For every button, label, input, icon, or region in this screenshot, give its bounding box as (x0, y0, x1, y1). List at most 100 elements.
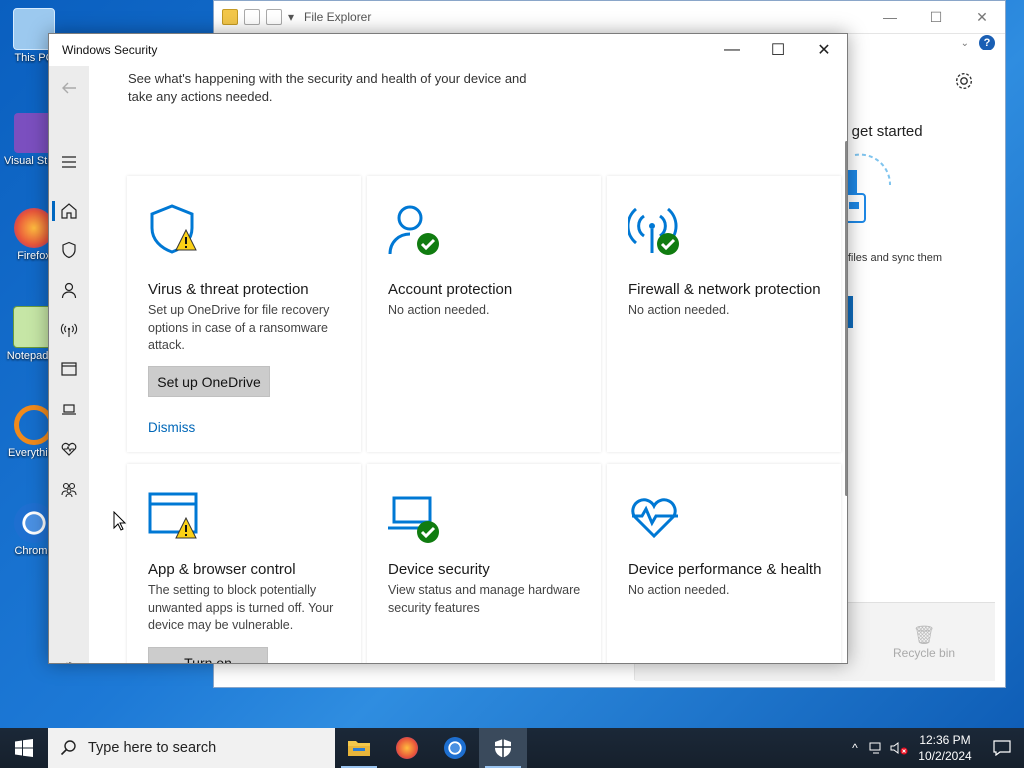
maximize-button[interactable]: ☐ (913, 1, 959, 33)
windows-security-window[interactable]: Windows Security — ☐ ✕ See what's happen… (48, 33, 848, 664)
new-folder-icon[interactable] (266, 9, 282, 25)
system-tray: ^ 12:36 PM 10/2/2024 (844, 728, 1024, 768)
file-explorer-title: File Explorer (304, 10, 372, 24)
taskbar-windows-security[interactable] (479, 728, 527, 768)
person-check-icon (388, 204, 444, 260)
wireless-icon (60, 323, 78, 337)
tile-title: Device security View status and manage h… (388, 560, 588, 617)
tile-title: Account protection No action needed. (388, 280, 588, 320)
vertical-scrollbar[interactable] (845, 141, 847, 496)
sidebar-item-account-protection[interactable] (49, 272, 89, 308)
minimize-button[interactable]: — (867, 1, 913, 33)
laptop-check-icon (388, 492, 444, 548)
close-button[interactable]: ✕ (801, 34, 847, 66)
recycle-bin-label: Recycle bin (893, 646, 956, 660)
sidebar-item-virus-protection[interactable] (49, 232, 89, 268)
onedrive-heading: to get started (835, 123, 923, 140)
browser-warning-icon (148, 492, 204, 548)
menu-button[interactable] (49, 144, 89, 180)
hamburger-icon (62, 156, 76, 168)
shield-icon (495, 739, 511, 758)
windows-logo-icon (15, 739, 33, 757)
sidebar-item-home[interactable] (49, 193, 89, 229)
taskbar: Type here to search ^ 12:36 PM 10/2/2024 (0, 728, 1024, 768)
tile-device-performance-health[interactable]: Device performance & health No action ne… (607, 464, 841, 663)
tile-firewall-network-protection[interactable]: Firewall & network protection No action … (607, 176, 841, 452)
tile-virus-threat-protection[interactable]: Virus & threat protection Set up OneDriv… (127, 176, 361, 452)
browser-window-icon (61, 362, 77, 376)
shield-warning-icon (148, 204, 204, 260)
tile-description: No action needed. (628, 303, 730, 317)
chevron-up-icon[interactable]: ^ (844, 741, 866, 755)
sidebar-item-firewall[interactable] (49, 312, 89, 348)
tile-description: View status and manage hardware security… (388, 583, 581, 615)
gear-icon[interactable] (953, 70, 975, 92)
tile-device-security[interactable]: Device security View status and manage h… (367, 464, 601, 663)
notification-icon (993, 740, 1011, 756)
dismiss-link[interactable]: Dismiss (148, 420, 195, 435)
chrome-icon (444, 737, 466, 759)
chevron-down-icon[interactable]: ⌄ (961, 38, 969, 49)
sidebar-item-app-browser[interactable] (49, 351, 89, 387)
windows-security-titlebar[interactable]: Windows Security — ☐ ✕ (49, 34, 847, 66)
file-explorer-titlebar[interactable]: ▾ File Explorer — ☐ ✕ (214, 1, 1005, 34)
tile-description: The setting to block potentially unwante… (148, 583, 334, 632)
tile-description: No action needed. (388, 303, 490, 317)
quick-access-toolbar: ▾ (222, 9, 296, 25)
back-arrow-icon (62, 82, 76, 94)
heart-pulse-icon (61, 442, 77, 456)
taskbar-firefox[interactable] (383, 728, 431, 768)
close-button[interactable]: ✕ (959, 1, 1005, 33)
family-icon (61, 482, 77, 498)
help-icon[interactable]: ? (979, 35, 995, 51)
start-button[interactable] (0, 728, 48, 768)
tile-title: Virus & threat protection Set up OneDriv… (148, 280, 348, 355)
gear-icon (66, 662, 72, 663)
taskbar-search[interactable]: Type here to search (48, 728, 335, 768)
network-icon[interactable] (866, 741, 888, 755)
tile-account-protection[interactable]: Account protection No action needed. (367, 176, 601, 452)
search-placeholder: Type here to search (88, 740, 217, 756)
tile-description: Set up OneDrive for file recovery option… (148, 303, 330, 352)
sidebar-item-settings[interactable] (49, 651, 89, 663)
security-at-a-glance: See what's happening with the security a… (89, 66, 847, 663)
recycle-bin-button[interactable]: 🗑 Recycle bin (893, 625, 955, 660)
clock-date: 10/2/2024 (918, 749, 972, 763)
tile-description: No action needed. (628, 583, 730, 597)
minimize-button[interactable]: — (709, 34, 755, 66)
sidebar-item-family-options[interactable] (49, 471, 89, 507)
tile-app-browser-control[interactable]: App & browser control The setting to blo… (127, 464, 361, 663)
onedrive-subtext: ur files and sync them (835, 252, 942, 264)
chevron-down-icon[interactable]: ▾ (288, 10, 296, 24)
wireless-check-icon (626, 204, 684, 260)
window-title: Windows Security (62, 43, 158, 57)
search-icon (60, 740, 76, 756)
folder-icon (348, 741, 370, 756)
taskbar-file-explorer[interactable] (335, 728, 383, 768)
navigation-sidebar (49, 66, 89, 663)
setup-onedrive-button[interactable]: Set up OneDrive (148, 366, 270, 397)
mouse-cursor-icon (113, 511, 127, 531)
clock[interactable]: 12:36 PM 10/2/2024 (910, 732, 980, 764)
taskbar-chrome[interactable] (431, 728, 479, 768)
volume-muted-icon[interactable] (888, 741, 910, 755)
laptop-icon (62, 404, 76, 415)
trash-icon: 🗑 (912, 625, 936, 645)
firefox-icon (396, 737, 418, 759)
back-button[interactable] (49, 70, 89, 106)
maximize-button[interactable]: ☐ (755, 34, 801, 66)
tile-title: Firewall & network protection No action … (628, 280, 828, 320)
folder-icon (222, 9, 238, 25)
turn-on-button[interactable]: Turn on (148, 647, 268, 663)
sidebar-item-device-security[interactable] (49, 391, 89, 427)
action-center-button[interactable] (980, 740, 1024, 756)
person-icon (61, 282, 77, 299)
properties-icon[interactable] (244, 9, 260, 25)
clock-time: 12:36 PM (919, 733, 971, 747)
intro-text: See what's happening with the security a… (128, 71, 527, 104)
tile-title: App & browser control The setting to blo… (148, 560, 348, 635)
shield-icon (62, 241, 76, 259)
tile-title: Device performance & health No action ne… (628, 560, 828, 600)
heart-pulse-icon (628, 492, 684, 548)
sidebar-item-device-performance[interactable] (49, 431, 89, 467)
